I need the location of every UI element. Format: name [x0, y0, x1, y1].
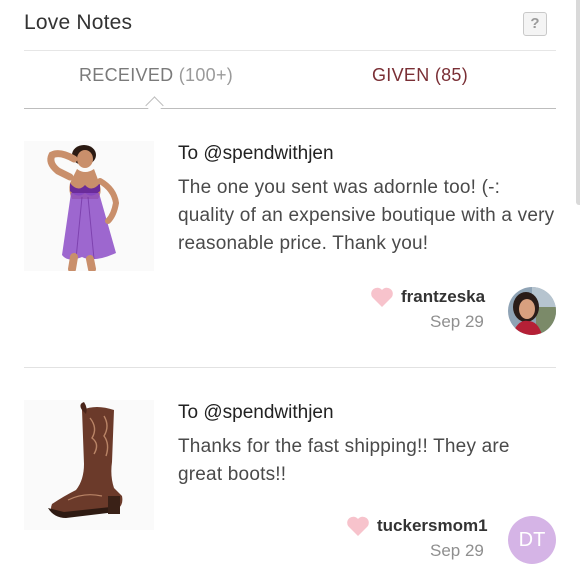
page-title: Love Notes	[24, 11, 133, 34]
love-note-card: To @spendwithjen The one you sent was ad…	[24, 141, 556, 367]
avatar[interactable]	[508, 287, 556, 335]
note-message: Thanks for the fast shipping!! They are …	[178, 436, 510, 485]
cowboy-boot-product-image[interactable]	[24, 400, 154, 530]
tab-underline	[24, 108, 556, 109]
note-date: Sep 29	[430, 312, 484, 331]
help-button[interactable]: ?	[523, 12, 547, 36]
tab-received-label: RECEIVED	[79, 65, 174, 85]
scrollbar[interactable]	[576, 0, 580, 205]
love-note-card: To @spendwithjen Thanks for the fast shi…	[24, 400, 556, 580]
avatar[interactable]: DT	[508, 516, 556, 564]
note-recipient[interactable]: To @spendwithjen	[178, 402, 334, 424]
note-recipient[interactable]: To @spendwithjen	[178, 143, 334, 165]
tab-given-count: (85)	[434, 65, 469, 85]
tab-given[interactable]: GIVEN (85)	[372, 65, 468, 86]
note-date: Sep 29	[430, 541, 484, 560]
note-message: The one you sent was adornle too! (-: qu…	[178, 177, 555, 254]
heart-icon	[347, 516, 369, 536]
heart-icon	[371, 287, 393, 307]
tab-received[interactable]: RECEIVED (100+)	[79, 65, 233, 86]
note-divider	[24, 367, 556, 368]
tab-received-count: (100+)	[178, 65, 234, 85]
tab-bar: RECEIVED (100+) GIVEN (85)	[24, 50, 556, 109]
lingerie-product-image[interactable]	[24, 141, 154, 273]
tab-given-label: GIVEN	[372, 65, 430, 85]
note-sender[interactable]: frantzeska	[401, 287, 485, 307]
header-bar: Love Notes ?	[0, 0, 580, 50]
note-sender[interactable]: tuckersmom1	[377, 516, 488, 536]
